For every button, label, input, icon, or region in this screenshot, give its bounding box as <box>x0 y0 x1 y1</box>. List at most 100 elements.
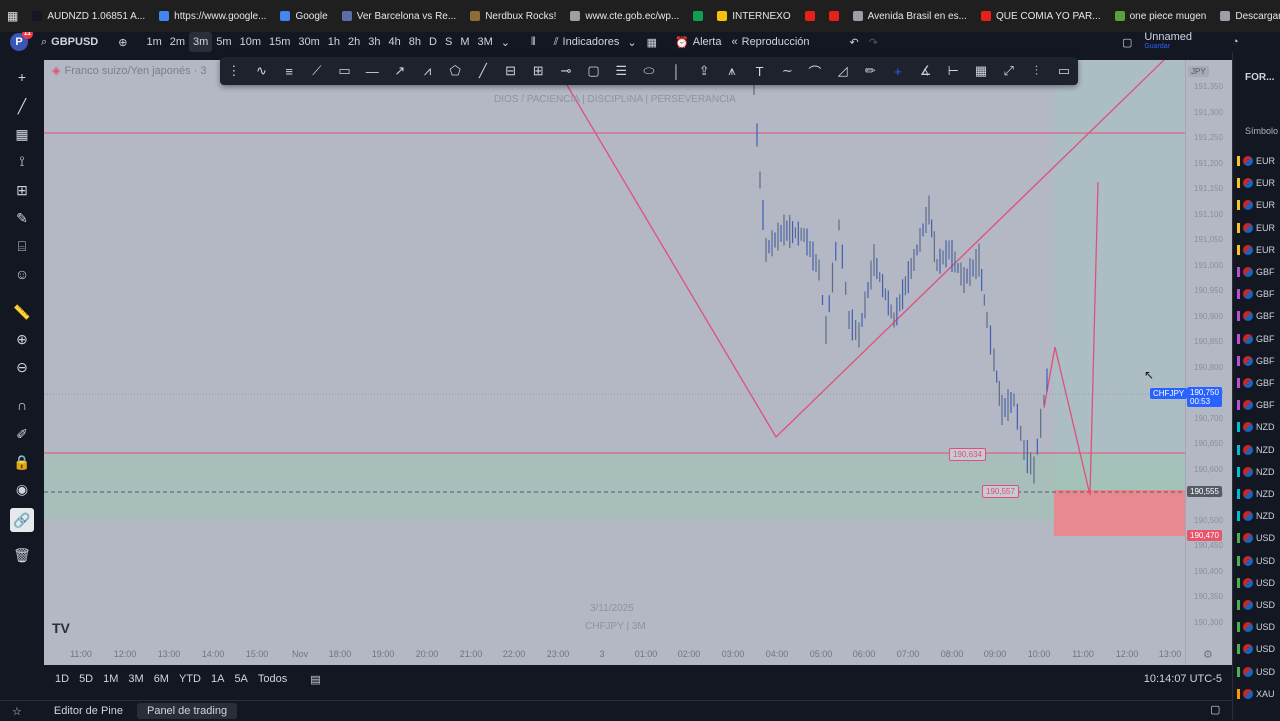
range-YTD[interactable]: YTD <box>174 673 206 685</box>
timeframe-1m[interactable]: 1m <box>142 32 165 52</box>
watchlist-item[interactable]: USD <box>1237 662 1280 682</box>
magnet-icon[interactable]: ∩ <box>13 396 31 414</box>
timeframe-3h[interactable]: 3h <box>364 32 384 52</box>
watchlist-item[interactable]: USD <box>1237 573 1280 593</box>
forecast-icon[interactable]: ⊞ <box>13 181 31 199</box>
triangle-icon[interactable]: ◿ <box>833 63 853 79</box>
horizontal-line-icon[interactable]: — <box>362 64 382 79</box>
bookmark-8[interactable] <box>798 0 822 32</box>
replay-button[interactable]: «Reproducción <box>727 32 815 52</box>
apps-icon[interactable]: ▦ <box>0 0 25 32</box>
bookmark-7[interactable]: INTERNEXO <box>710 0 797 32</box>
clock[interactable]: 10:14:07 UTC-5 <box>1144 673 1222 685</box>
watchlist-item[interactable]: GBF <box>1237 351 1280 371</box>
watchlist-item[interactable]: GBF <box>1237 373 1280 393</box>
timeframe-10m[interactable]: 10m <box>236 32 265 52</box>
bookmark-6[interactable] <box>686 0 710 32</box>
comment-icon[interactable]: ▭ <box>1054 63 1074 79</box>
watchlist-item[interactable]: GBF <box>1237 284 1280 304</box>
watchlist-item[interactable]: GBF <box>1237 329 1280 349</box>
arrow-tool-icon[interactable]: ⤢ <box>999 63 1019 79</box>
line-icon[interactable]: ╱ <box>473 63 493 79</box>
vertical-line-icon[interactable]: │ <box>667 64 687 79</box>
watchlist-item[interactable]: XAU <box>1237 684 1280 704</box>
watchlist-item[interactable]: EUR <box>1237 240 1280 260</box>
polyline-icon[interactable]: ∼ <box>777 63 797 79</box>
timeframe-1h[interactable]: 1h <box>324 32 344 52</box>
bookmark-4[interactable]: Nerdbux Rocks! <box>463 0 563 32</box>
compare-button[interactable]: ⊕ <box>113 32 132 52</box>
arc-icon[interactable]: ⌒ <box>805 62 825 81</box>
watchlist-title[interactable]: FOR... <box>1245 72 1274 83</box>
timeframe-5m[interactable]: 5m <box>212 32 235 52</box>
timeframe-15m[interactable]: 15m <box>265 32 294 52</box>
settings-gear-icon[interactable]: ⚙ <box>1203 648 1213 661</box>
layouts-button[interactable]: ▦ <box>642 32 662 52</box>
level-label-1[interactable]: 190,634 <box>949 448 986 461</box>
timeframe-3M[interactable]: 3M <box>474 32 497 52</box>
watchlist-item[interactable]: NZD <box>1237 462 1280 482</box>
brush-icon[interactable]: ✎ <box>13 209 31 227</box>
timeframe-30m[interactable]: 30m <box>294 32 323 52</box>
maximize-icon[interactable]: ▢ <box>1210 703 1220 716</box>
timeframe-8h[interactable]: 8h <box>405 32 425 52</box>
rectangle-icon[interactable]: ▢ <box>584 63 604 79</box>
bookmark-11[interactable]: QUE COMIA YO PAR... <box>974 0 1108 32</box>
watchlist-item[interactable]: NZD <box>1237 506 1280 526</box>
watchlist-item[interactable]: EUR <box>1237 173 1280 193</box>
symbol-search-button[interactable]: ⌕ GBPUSD <box>36 32 103 52</box>
eye-icon[interactable]: ◉ <box>13 480 31 498</box>
timeframe-M[interactable]: M <box>456 32 473 52</box>
legend-title[interactable]: Franco suizo/Yen japonés · 3 <box>64 65 206 77</box>
range-3M[interactable]: 3M <box>123 673 148 685</box>
zigzag-icon[interactable]: ⩘ <box>418 63 438 79</box>
price-axis[interactable]: 191,350 191,300 191,250 191,200 191,150 191,1… <box>1185 60 1233 665</box>
watchlist-item[interactable]: GBF <box>1237 395 1280 415</box>
watchlist-item[interactable]: USD <box>1237 528 1280 548</box>
object-tree-icon[interactable]: ◔ <box>1227 32 1244 52</box>
crosshair-icon[interactable]: + <box>13 68 31 86</box>
time-axis[interactable]: 11:00 12:00 13:00 14:00 15:00 Nov 18:00 19:00 20… <box>44 645 1185 665</box>
watchlist-item[interactable]: EUR <box>1237 151 1280 171</box>
bookmark-2[interactable]: Google <box>273 0 334 32</box>
watchlist-item[interactable]: USD <box>1237 639 1280 659</box>
crosshair-tool-icon[interactable]: + <box>888 64 908 79</box>
range-Todos[interactable]: Todos <box>253 673 292 685</box>
trendline-icon[interactable]: ╱ <box>13 97 31 115</box>
panel-tab-1[interactable]: Panel de trading <box>136 703 238 719</box>
link-icon[interactable]: 🔗 <box>10 508 34 532</box>
watchlist-item[interactable]: GBF <box>1237 306 1280 326</box>
red-zone[interactable] <box>1054 490 1185 536</box>
bookmark-9[interactable] <box>822 0 846 32</box>
avatar[interactable]: P 11 <box>10 32 33 51</box>
star-icon[interactable]: ☆ <box>12 705 22 718</box>
bookmark-10[interactable]: Avenida Brasil en es... <box>846 0 974 32</box>
watchlist-item[interactable]: USD <box>1237 617 1280 637</box>
watchlist-item[interactable]: USD <box>1237 595 1280 615</box>
alert-button[interactable]: ⏰ Alerta <box>670 32 726 52</box>
parallel-channel-icon[interactable]: ▭ <box>335 63 355 79</box>
range-1D[interactable]: 1D <box>50 673 74 685</box>
chart-pane[interactable]: DIOS / PACIENCIA | DISCIPLINA | PERSEVER… <box>44 60 1185 665</box>
undo-button[interactable]: ↶ <box>845 32 864 52</box>
watchlist-item[interactable]: NZD <box>1237 440 1280 460</box>
elliott-wave-icon[interactable]: ∿ <box>252 63 272 79</box>
redo-button[interactable]: ↷ <box>864 32 883 52</box>
ray-icon[interactable]: ↗ <box>390 63 410 79</box>
range-6M[interactable]: 6M <box>149 673 174 685</box>
brush-icon[interactable]: ✏ <box>860 63 880 79</box>
date-range-icon[interactable]: ⊢ <box>943 63 963 79</box>
timeframe-2m[interactable]: 2m <box>166 32 189 52</box>
currency-select[interactable]: JPY <box>1188 66 1209 77</box>
watchlist-item[interactable]: EUR <box>1237 195 1280 215</box>
ellipse-icon[interactable]: ⬭ <box>639 63 659 79</box>
fib-channel-icon[interactable]: ⊟ <box>501 63 521 79</box>
fib-time-icon[interactable]: ⫶ <box>1026 63 1046 79</box>
timeframe-chevron-down-icon[interactable]: ⌄ <box>497 32 514 52</box>
timeframe-S[interactable]: S <box>441 32 456 52</box>
horizontal-ray-icon[interactable]: ⊸ <box>556 63 576 79</box>
bookmark-5[interactable]: www.cte.gob.ec/wp... <box>563 0 686 32</box>
watchlist-item[interactable]: NZD <box>1237 484 1280 504</box>
pitchfork-icon[interactable]: ≡ <box>279 64 299 79</box>
pattern-icon[interactable]: ⟟ <box>13 152 31 170</box>
